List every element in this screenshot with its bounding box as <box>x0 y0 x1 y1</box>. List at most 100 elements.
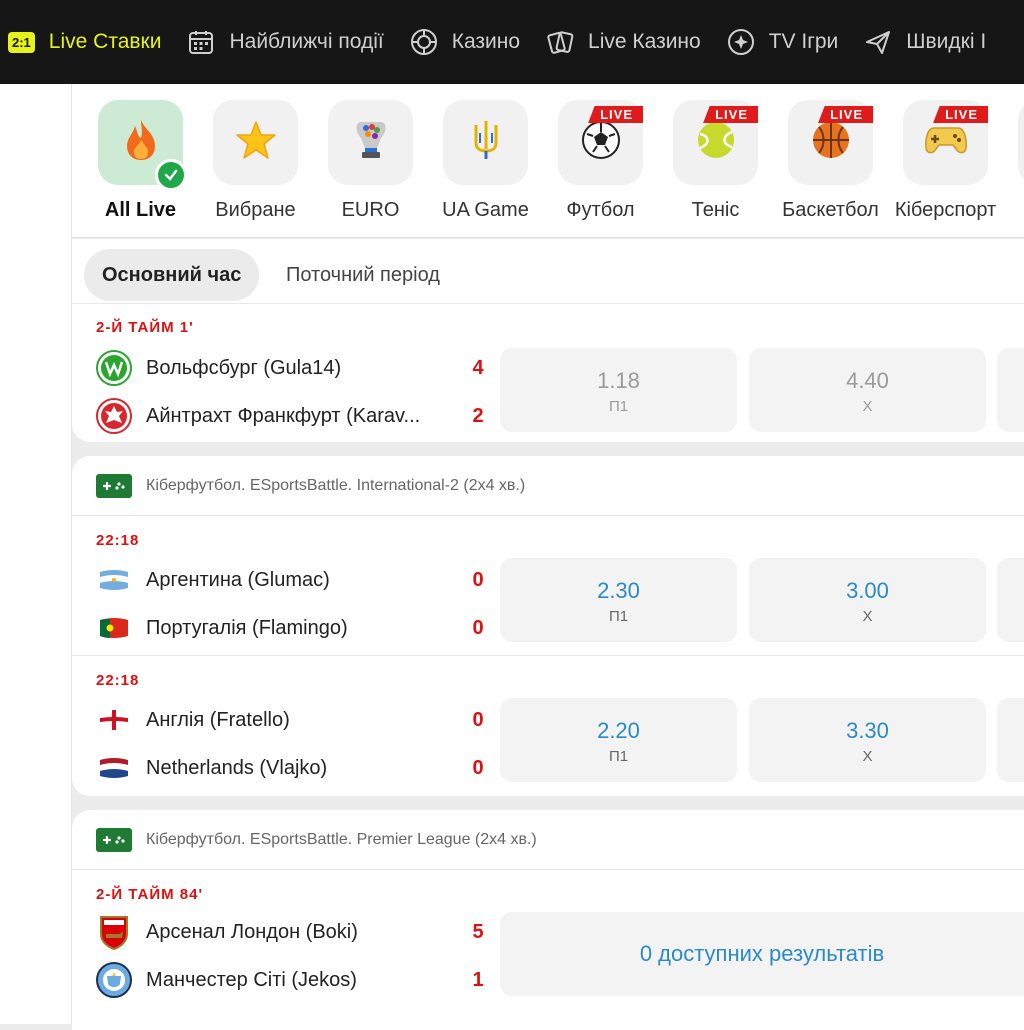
away-score: 0 <box>472 757 484 779</box>
football-icon <box>581 120 621 165</box>
top-navigation: 2:1 Live Ставки Найближчі події Казино L… <box>0 0 1024 84</box>
league-header[interactable]: Кіберфутбол. ESportsBattle. Premier Leag… <box>72 810 1024 870</box>
category-tile: LIVE <box>903 100 988 185</box>
away-score: 0 <box>472 617 484 639</box>
sparkle-icon <box>727 28 755 56</box>
main-content: All Live Вибране EURO UA Game LIVE Футбо… <box>72 84 1024 1030</box>
home-score: 0 <box>472 569 484 591</box>
category-basketball[interactable]: LIVE Баскетбол <box>773 100 888 222</box>
match-row[interactable]: 22:18 Аргентина (Glumac) 0 Португалія (F… <box>72 516 1024 656</box>
odds-button-away[interactable] <box>997 348 1024 432</box>
nav-tv-games-label: TV Ігри <box>768 30 839 53</box>
away-team-name: Айнтрахт Франкфурт (Karav... <box>146 404 421 427</box>
nav-tv-games[interactable]: TV Ігри <box>727 0 839 84</box>
nav-live-bets-label: Live Ставки <box>48 30 162 53</box>
home-score: 5 <box>472 921 484 943</box>
live-badge: LIVE <box>818 106 873 123</box>
away-team-name: Netherlands (Vlajko) <box>146 756 328 779</box>
category-tennis[interactable]: LIVE Теніс <box>658 100 773 222</box>
category-ua-game[interactable]: UA Game <box>428 100 543 222</box>
match-time: 2-Й ТАЙМ 1' <box>96 319 194 336</box>
odds-outcome: П1 <box>608 608 629 625</box>
home-score: 4 <box>472 357 484 379</box>
nav-upcoming-label: Найближчі події <box>229 30 384 53</box>
category-tile <box>328 100 413 185</box>
category-label: Теніс <box>691 199 740 221</box>
odds-value: 2.30 <box>597 578 640 603</box>
category-esports[interactable]: LIVE Кіберспорт <box>888 100 1003 222</box>
category-tile: LIVE <box>558 100 643 185</box>
category-label: Баскетбол <box>782 199 879 221</box>
nav-fast-games[interactable]: Швидкі І <box>864 0 986 84</box>
category-tile <box>98 100 187 191</box>
cards-icon <box>546 28 574 56</box>
category-label: Е <box>1003 199 1024 222</box>
category-favorites[interactable]: Вибране <box>198 100 313 222</box>
match-row[interactable]: 22:18 Англія (Fratello) 0 Netherlands (V… <box>72 656 1024 796</box>
odds-button-home[interactable]: 2.20 П1 <box>500 698 737 782</box>
basketball-icon <box>811 120 851 165</box>
match-block: 2-Й ТАЙМ 1' Вольфсбург (Gula14) 4 Айнтра… <box>72 303 1024 442</box>
esports-gamepad-icon <box>96 473 132 498</box>
nav-fast-games-label: Швидкі І <box>906 30 987 53</box>
nav-live-casino-label: Live Казино <box>588 30 701 53</box>
category-euro[interactable]: EURO <box>313 100 428 222</box>
odds-button-away[interactable] <box>997 558 1024 642</box>
odds-button-draw[interactable]: 4.40 Х <box>749 348 986 432</box>
check-icon <box>155 159 187 191</box>
category-label: UA Game <box>442 199 529 221</box>
category-tile <box>1018 100 1024 185</box>
wolfsburg-logo-icon <box>96 350 132 386</box>
category-label: Вибране <box>215 199 296 221</box>
tab-main-time[interactable]: Основний час <box>84 249 260 301</box>
odds-button-home[interactable]: 2.30 П1 <box>500 558 737 642</box>
away-score: 2 <box>472 405 484 427</box>
nav-casino[interactable]: Казино <box>410 0 520 84</box>
league-name: Кіберфутбол. ESportsBattle. Premier Leag… <box>146 830 537 848</box>
category-more[interactable]: Е <box>1003 100 1024 222</box>
match-time: 22:18 <box>96 672 140 689</box>
league-block: Кіберфутбол. ESportsBattle. Internationa… <box>72 456 1024 796</box>
odds-button-draw[interactable]: 3.00 Х <box>749 558 986 642</box>
category-football[interactable]: LIVE Футбол <box>543 100 658 222</box>
nav-live-casino[interactable]: Live Казино <box>546 0 701 84</box>
category-tile <box>213 100 298 185</box>
away-team-name: Португалія (Flamingo) <box>146 616 348 639</box>
home-team: Аргентина (Glumac) <box>96 562 496 598</box>
live-score-icon: 2:1 <box>8 31 35 53</box>
sport-categories: All Live Вибране EURO UA Game LIVE Футбо… <box>72 84 1024 238</box>
home-team-name: Арсенал Лондон (Boki) <box>146 920 358 943</box>
odds-outcome: Х <box>862 608 873 625</box>
portugal-flag-icon <box>96 610 132 646</box>
match-row[interactable]: 2-Й ТАЙМ 1' Вольфсбург (Gula14) 4 Айнтра… <box>72 304 1024 443</box>
category-tile: LIVE <box>673 100 758 185</box>
available-results-button[interactable]: 0 доступних результатів <box>500 912 1024 996</box>
live-badge: LIVE <box>703 106 758 123</box>
nav-live-bets[interactable]: 2:1 Live Ставки <box>8 0 161 84</box>
home-team: Вольфсбург (Gula14) <box>96 350 496 386</box>
away-team: Айнтрахт Франкфурт (Karav... <box>96 398 496 434</box>
category-label: Кіберспорт <box>894 199 997 221</box>
live-badge: LIVE <box>588 106 643 123</box>
odds-button-draw[interactable]: 3.30 Х <box>749 698 986 782</box>
home-team-name: Аргентина (Glumac) <box>146 568 330 591</box>
category-label: EURO <box>341 199 400 221</box>
odds-button-home[interactable]: 1.18 П1 <box>500 348 737 432</box>
nav-upcoming-events[interactable]: Найближчі події <box>187 0 384 84</box>
odds-value: 1.18 <box>597 368 640 393</box>
home-team: Англія (Fratello) <box>96 702 496 738</box>
odds-button-away[interactable] <box>997 698 1024 782</box>
tennis-ball-icon <box>696 120 736 165</box>
match-time: 2-Й ТАЙМ 84' <box>96 886 204 903</box>
odds-value: 3.30 <box>846 718 889 743</box>
arsenal-logo-icon <box>96 914 132 950</box>
tab-current-period[interactable]: Поточний період <box>268 249 458 301</box>
category-all-live[interactable]: All Live <box>83 100 198 222</box>
gamepad-icon <box>924 124 968 161</box>
plane-icon <box>864 28 892 56</box>
category-tile: LIVE <box>788 100 873 185</box>
star-icon <box>235 120 277 165</box>
league-header[interactable]: Кіберфутбол. ESportsBattle. Internationa… <box>72 456 1024 516</box>
argentina-flag-icon <box>96 562 132 598</box>
match-row[interactable]: 2-Й ТАЙМ 84' Арсенал Лондон (Boki) 5 Ман… <box>72 870 1024 1010</box>
